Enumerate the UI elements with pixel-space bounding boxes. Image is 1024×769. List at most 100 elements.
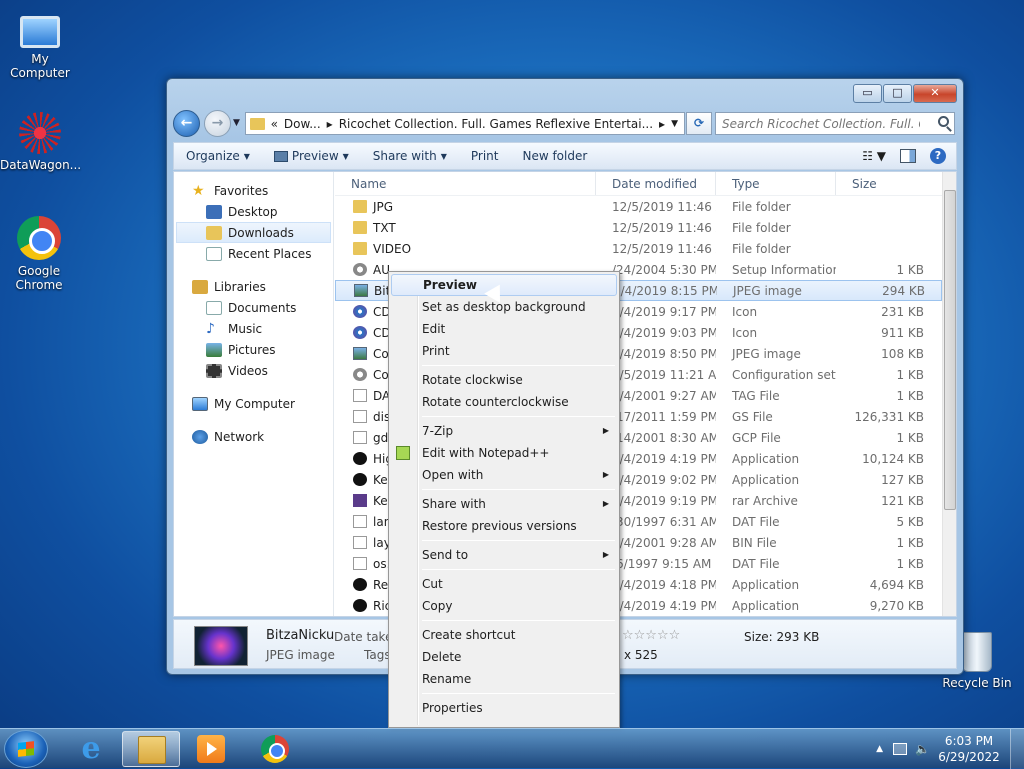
recycle-bin-icon <box>962 632 992 672</box>
nav-my-computer[interactable]: My Computer <box>174 393 333 414</box>
network-tray-icon[interactable] <box>893 743 908 755</box>
table-row[interactable]: TXT 12/5/2019 11:46 AM File folder <box>335 217 942 238</box>
menu-item-share-with[interactable]: Share with ▶ <box>391 493 617 515</box>
refresh-button[interactable]: ⟳ <box>686 112 712 135</box>
menu-item-print[interactable]: Print <box>391 340 617 362</box>
row-type: File folder <box>732 220 791 235</box>
file-file-icon <box>353 536 367 549</box>
nav-desktop[interactable]: Desktop <box>174 201 333 222</box>
forward-button[interactable]: → <box>204 110 231 137</box>
nav-favorites[interactable]: ★ Favorites <box>174 180 333 201</box>
menu-item-copy[interactable]: Copy <box>391 595 617 617</box>
menu-item-rotate-clockwise[interactable]: Rotate clockwise <box>391 369 617 391</box>
preview-pane-icon[interactable] <box>900 149 916 163</box>
menu-item-label: Rename <box>422 672 472 686</box>
nav-pictures[interactable]: Pictures <box>174 339 333 360</box>
row-size: 294 KB <box>882 283 925 298</box>
menu-item-restore-previous-versions[interactable]: Restore previous versions <box>391 515 617 537</box>
details-rating[interactable]: ☆☆☆☆☆ <box>622 628 680 643</box>
breadcrumb-current-folder[interactable]: Ricochet Collection. Full. Games Reflexi… <box>339 117 653 131</box>
search-input[interactable] <box>716 113 926 134</box>
row-size: 5 KB <box>896 514 924 529</box>
details-dimensions: x 525 <box>624 648 658 662</box>
music-icon: ♪ <box>206 320 215 337</box>
share-with-button[interactable]: Share with ▼ <box>361 149 459 163</box>
submenu-arrow-icon: ▶ <box>602 470 609 479</box>
nav-network[interactable]: Network <box>174 426 333 447</box>
minimize-button[interactable]: ▭ <box>853 84 882 103</box>
menu-item-cut[interactable]: Cut <box>391 573 617 595</box>
menu-item-send-to[interactable]: Send to ▶ <box>391 544 617 566</box>
print-button[interactable]: Print <box>459 149 511 163</box>
preview-icon <box>273 150 288 162</box>
internet-explorer-icon: e <box>81 731 101 766</box>
volume-icon[interactable]: 🔈 <box>915 742 930 756</box>
menu-item-rotate-counterclockwise[interactable]: Rotate counterclockwise <box>391 391 617 413</box>
breadcrumb-separator[interactable]: ▸ <box>327 117 333 131</box>
menu-item-properties[interactable]: Properties <box>391 697 617 719</box>
close-button[interactable]: ✕ <box>913 84 957 103</box>
table-row[interactable]: JPG 12/5/2019 11:46 AM File folder <box>335 196 942 217</box>
column-size[interactable]: Size <box>836 172 936 195</box>
desktop-icon-my-computer[interactable]: My Computer <box>0 10 80 80</box>
maximize-button[interactable]: □ <box>883 84 912 103</box>
details-size: Size: 293 KB <box>744 630 820 644</box>
recent-places-icon <box>206 246 222 261</box>
gear-file-icon <box>353 263 367 276</box>
desktop-icon-datawagon[interactable]: DataWagon... <box>0 112 81 172</box>
details-tags-label: Tags <box>364 648 391 662</box>
address-dropdown-icon[interactable]: ▼ <box>671 119 678 129</box>
clock[interactable]: 6:03 PM 6/29/2022 <box>934 733 1004 765</box>
nav-downloads[interactable]: Downloads <box>176 222 331 243</box>
menu-item-label: Rotate counterclockwise <box>422 395 569 409</box>
view-options-icon[interactable]: ☷ ▼ <box>862 149 886 163</box>
menu-item-edit-with-notepad[interactable]: Edit with Notepad++ <box>391 442 617 464</box>
nav-videos[interactable]: Videos <box>174 360 333 381</box>
menu-item-edit[interactable]: Edit <box>391 318 617 340</box>
organize-button[interactable]: Organize ▼ <box>174 149 262 163</box>
taskbar-media-player[interactable] <box>182 731 240 767</box>
help-icon[interactable]: ? <box>930 148 946 164</box>
app-file-icon <box>353 578 367 591</box>
preview-button[interactable]: Preview ▼ <box>262 149 361 163</box>
menu-item-open-with[interactable]: Open with ▶ <box>391 464 617 486</box>
taskbar-internet-explorer[interactable]: e <box>62 731 120 767</box>
address-bar[interactable]: « Dow... ▸ Ricochet Collection. Full. Ga… <box>245 112 685 135</box>
vertical-scrollbar[interactable] <box>942 172 956 616</box>
search-icon[interactable] <box>938 116 949 127</box>
table-row[interactable]: VIDEO 12/5/2019 11:46 AM File folder <box>335 238 942 259</box>
recent-pages-dropdown-icon[interactable]: ▼ <box>233 118 240 128</box>
column-type[interactable]: Type <box>716 172 836 195</box>
menu-item-create-shortcut[interactable]: Create shortcut <box>391 624 617 646</box>
taskbar-windows-explorer[interactable] <box>122 731 180 767</box>
breadcrumb-separator[interactable]: ▸ <box>659 117 665 131</box>
menu-item-rename[interactable]: Rename <box>391 668 617 690</box>
new-folder-button[interactable]: New folder <box>510 149 599 163</box>
column-name[interactable]: Name <box>335 172 596 195</box>
nav-documents[interactable]: Documents <box>174 297 333 318</box>
nav-label: Recent Places <box>228 246 312 261</box>
address-overflow[interactable]: « <box>271 117 278 131</box>
nav-music[interactable]: ♪ Music <box>174 318 333 339</box>
desktop-icon-google-chrome[interactable]: Google Chrome <box>0 216 78 292</box>
row-name-text: Co <box>373 367 389 382</box>
scrollbar-thumb[interactable] <box>944 190 956 510</box>
search-box[interactable] <box>715 112 955 135</box>
nav-libraries[interactable]: Libraries <box>174 276 333 297</box>
show-desktop-button[interactable] <box>1010 729 1024 769</box>
column-date-modified[interactable]: Date modified <box>596 172 716 195</box>
nav-label: Videos <box>228 363 268 378</box>
show-hidden-icons-icon[interactable]: ▲ <box>876 744 883 754</box>
taskbar-chrome[interactable] <box>246 731 304 767</box>
nav-recent-places[interactable]: Recent Places <box>174 243 333 264</box>
menu-item-delete[interactable]: Delete <box>391 646 617 668</box>
chrome-icon <box>17 216 61 260</box>
menu-item-7-zip[interactable]: 7-Zip ▶ <box>391 420 617 442</box>
back-button[interactable]: ← <box>173 110 200 137</box>
menu-item-label: Delete <box>422 650 462 664</box>
start-button[interactable] <box>4 730 48 768</box>
breadcrumb-downloads[interactable]: Dow... <box>284 117 321 131</box>
row-date: 12/5/2019 11:46 AM <box>612 241 716 256</box>
img-file-icon <box>354 284 368 297</box>
notepad-plus-plus-icon <box>396 446 410 460</box>
